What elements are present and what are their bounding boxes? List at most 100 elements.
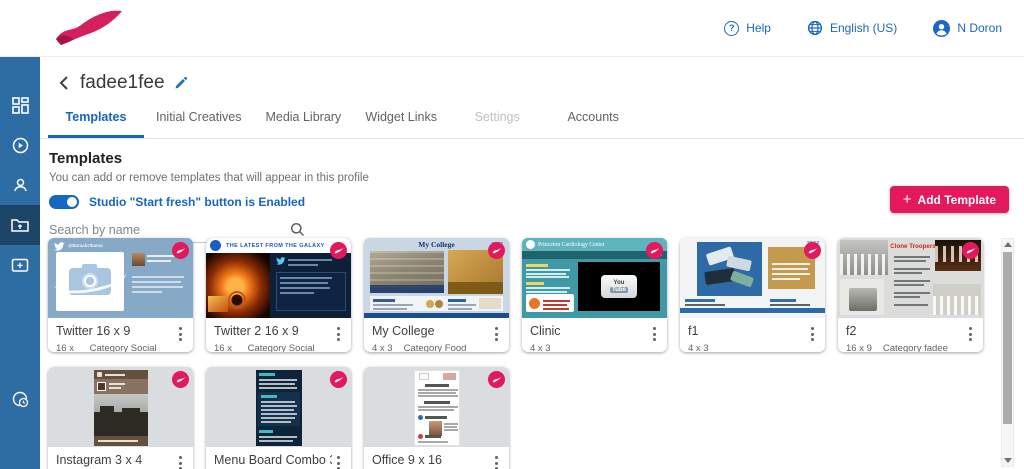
- sidebar-item-add-media[interactable]: [0, 245, 40, 285]
- card-menu-button[interactable]: [651, 325, 658, 343]
- card-title: Twitter 16 x 9: [56, 324, 174, 338]
- template-thumbnail: [48, 367, 193, 447]
- template-card-f2[interactable]: Clone Troopers f2: [838, 238, 983, 352]
- brand-badge: [804, 242, 821, 259]
- brand-badge: [488, 371, 505, 388]
- profile-title-row: fadee1fee: [40, 57, 1024, 94]
- tab-accounts[interactable]: Accounts: [545, 99, 641, 138]
- template-thumbnail: 19:12 Upcoming Event: [680, 238, 825, 318]
- card-footer: f2 16 x 9 Category fadee: [838, 318, 983, 352]
- card-category: Category Food: [404, 343, 467, 352]
- camera-placeholder: [56, 252, 124, 311]
- account-button[interactable]: N Doron: [933, 20, 1002, 37]
- card-title: Twitter 2 16 x 9: [214, 324, 332, 338]
- card-title: My College: [372, 324, 490, 338]
- card-category: Category Social Networks: [248, 343, 343, 352]
- start-fresh-toggle[interactable]: [49, 195, 79, 209]
- card-ratio: 4 x 3: [372, 343, 393, 352]
- templates-grid: @BarackObama Twitter 16 x 9 16 x 9: [48, 238, 996, 469]
- card-footer: Twitter 16 x 9 16 x 9 Category Social Ne…: [48, 318, 193, 352]
- instagram-icon: [97, 372, 102, 377]
- card-footer: Instagram 3 x 4: [48, 447, 193, 467]
- sidebar-nav: [0, 57, 40, 469]
- card-title: Instagram 3 x 4: [56, 453, 174, 467]
- template-card-menu-board[interactable]: Menu Board Combo 3 9 ...: [206, 367, 351, 469]
- header-actions: Help English (US) N Doron: [724, 20, 1002, 37]
- template-card-instagram[interactable]: Instagram 3 x 4: [48, 367, 193, 469]
- twitter-bird-icon: [54, 242, 65, 251]
- card-ratio: 16 x 9: [56, 343, 79, 352]
- card-footer: Twitter 2 16 x 9 16 x 9 Category Social …: [206, 318, 351, 352]
- trooper-photo: [840, 279, 884, 315]
- template-thumbnail: Princeton Cardiology Center 09:41: [522, 238, 667, 318]
- dashboard-icon: [12, 97, 29, 114]
- help-icon: [724, 21, 739, 36]
- card-ratio: 4 x 3: [688, 343, 709, 352]
- scroll-down-arrow[interactable]: [1004, 458, 1012, 463]
- card-menu-button[interactable]: [335, 325, 342, 343]
- card-menu-button[interactable]: [335, 454, 342, 469]
- sidebar-item-creatives[interactable]: [0, 125, 40, 165]
- sidebar-item-users[interactable]: [0, 165, 40, 205]
- card-title: Office 9 x 16: [372, 453, 490, 467]
- edit-title-button[interactable]: [174, 77, 187, 90]
- card-menu-button[interactable]: [493, 454, 500, 469]
- tweet-avatar: [132, 253, 145, 266]
- tab-widget-links[interactable]: Widget Links: [353, 99, 449, 138]
- card-menu-button[interactable]: [177, 325, 184, 343]
- search-input[interactable]: [49, 223, 290, 237]
- template-thumbnail: [206, 367, 351, 447]
- tab-initial-creatives[interactable]: Initial Creatives: [144, 99, 253, 138]
- help-label: Help: [746, 21, 771, 35]
- profile-tabs: Templates Initial Creatives Media Librar…: [40, 99, 1024, 139]
- template-thumbnail: THE LATEST FROM THE GALAXY: [206, 238, 351, 318]
- tab-templates[interactable]: Templates: [48, 99, 144, 138]
- twitter-bird-icon: [276, 257, 286, 265]
- tab-settings: Settings: [449, 99, 545, 138]
- card-menu-button[interactable]: [177, 454, 184, 469]
- people-photo: [479, 298, 501, 309]
- search-icon[interactable]: [290, 222, 305, 237]
- brand-badge: [172, 242, 189, 259]
- silhouette-photo: [94, 412, 148, 436]
- template-card-my-college[interactable]: My College 12:47: [364, 238, 509, 352]
- language-button[interactable]: English (US): [807, 20, 897, 36]
- template-card-f1[interactable]: 19:12 Upcoming Event: [680, 238, 825, 352]
- results-scrollbar[interactable]: [1001, 238, 1014, 467]
- video-player: You Tube: [578, 262, 660, 311]
- machine-photo: [697, 242, 762, 296]
- template-card-twitter2-16x9[interactable]: THE LATEST FROM THE GALAXY: [206, 238, 351, 352]
- template-thumbnail: @BarackObama: [48, 238, 193, 318]
- toggle-knob: [67, 197, 77, 207]
- language-label: English (US): [830, 21, 897, 35]
- template-thumbnail: [364, 367, 509, 447]
- card-footer: My College 4 x 3 Category Food: [364, 318, 509, 352]
- folder-arrow-icon: [11, 217, 29, 233]
- card-ratio: 16 x 9: [846, 343, 872, 352]
- template-thumbnail: My College 12:47: [364, 238, 509, 318]
- template-card-twitter-16x9[interactable]: @BarackObama Twitter 16 x 9 16 x 9: [48, 238, 193, 352]
- template-card-office[interactable]: Office 9 x 16: [364, 367, 509, 469]
- card-menu-button[interactable]: [809, 325, 816, 343]
- sidebar-item-world-clock[interactable]: [0, 379, 40, 419]
- main-content: fadee1fee Templates Initial Creatives Me…: [40, 57, 1024, 469]
- scrollbar-thumb[interactable]: [1003, 252, 1012, 424]
- back-button[interactable]: [57, 75, 71, 91]
- template-card-clinic[interactable]: Princeton Cardiology Center 09:41: [522, 238, 667, 352]
- portrait-preview: [94, 370, 148, 446]
- card-menu-button[interactable]: [967, 325, 974, 343]
- add-template-button[interactable]: + Add Template: [890, 186, 1009, 213]
- trooper-photo: [840, 240, 888, 275]
- card-footer: Menu Board Combo 3 9 ...: [206, 447, 351, 467]
- tab-media-library[interactable]: Media Library: [253, 99, 353, 138]
- sidebar-item-dashboard[interactable]: [0, 85, 40, 125]
- account-label: N Doron: [957, 21, 1002, 35]
- thumb-heading: Clone Troopers: [890, 243, 936, 250]
- folder-plus-icon: [11, 257, 29, 273]
- sidebar-item-profiles[interactable]: [0, 205, 40, 245]
- help-button[interactable]: Help: [724, 21, 771, 36]
- page-title: fadee1fee: [80, 72, 165, 94]
- card-menu-button[interactable]: [493, 325, 500, 343]
- card-category: Category fadee: [883, 343, 948, 352]
- scroll-up-arrow[interactable]: [1004, 242, 1012, 247]
